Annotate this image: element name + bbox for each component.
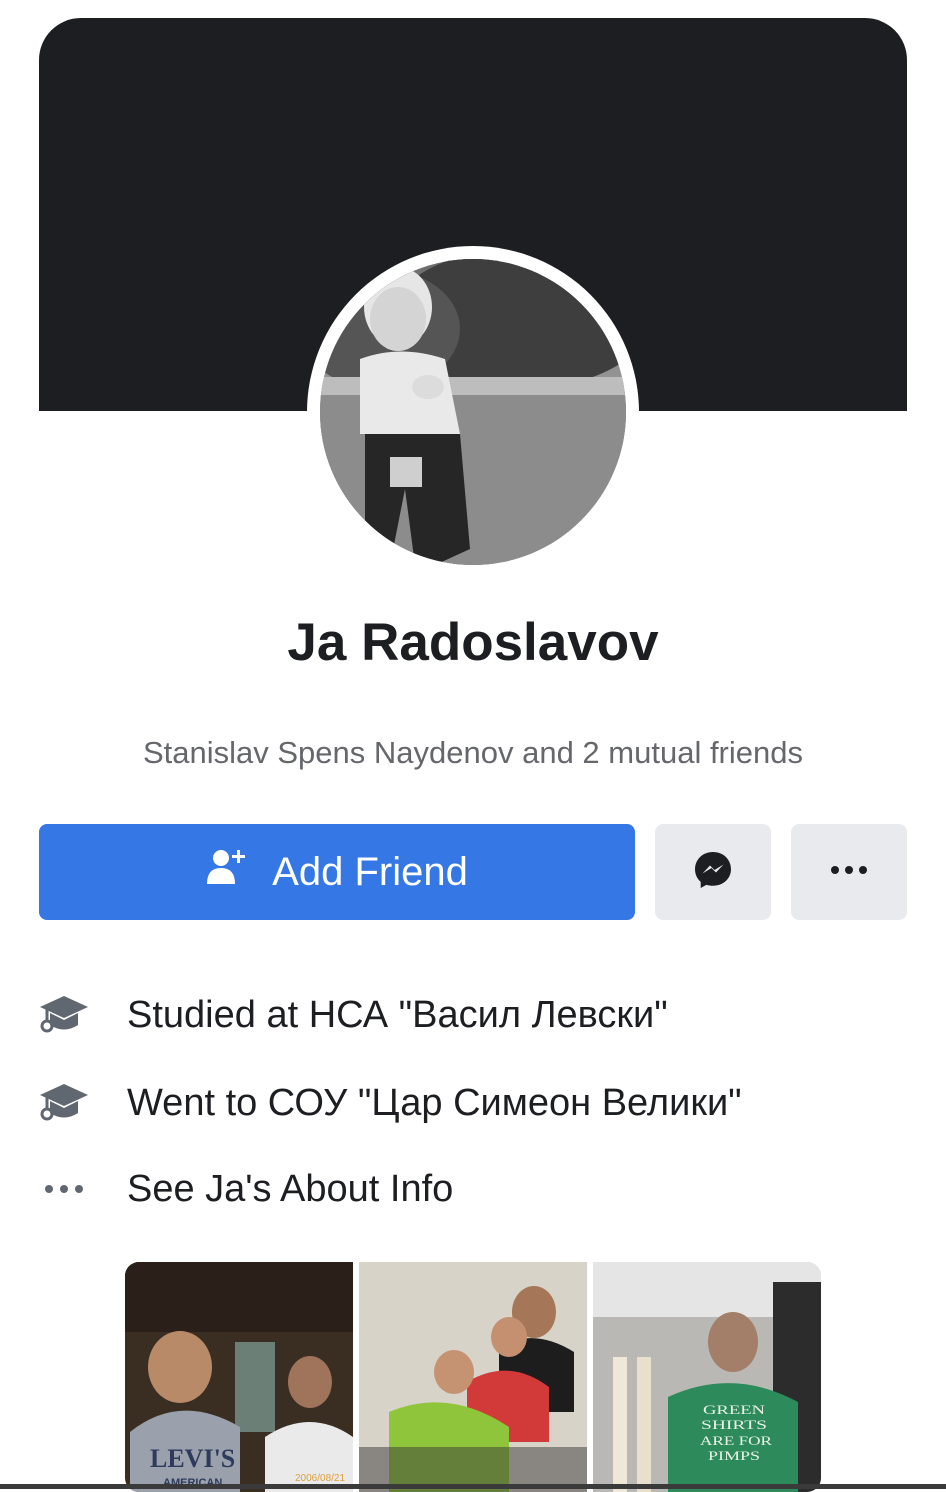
mutual-friends-text[interactable]: Stanislav Spens Naydenov and 2 mutual fr… [0,735,946,771]
photo-1-shirt-text: LEVI'S [150,1444,235,1473]
more-icon [36,1161,92,1217]
photo-3-shirt-text-4: PIMPS [708,1448,760,1463]
message-button[interactable] [655,824,771,920]
photo-3-shirt-text-3: ARE FOR [700,1433,772,1448]
photo-1-date-stamp: 2006/08/21 [295,1473,345,1484]
info-row-about[interactable]: See Ja's About Info [36,1159,896,1219]
info-text-about: See Ja's About Info [127,1167,454,1210]
more-options-button[interactable] [791,824,907,920]
add-friend-button[interactable]: Add Friend [39,824,635,920]
education-icon [36,987,92,1043]
info-text-studied: Studied at НСА "Васил Левски" [127,993,668,1036]
featured-photo-2[interactable] [359,1262,587,1492]
info-row-went-to[interactable]: Went to СОУ "Цар Симеон Велики" [36,1073,896,1133]
bottom-divider [0,1484,946,1489]
profile-photo-image [320,259,626,565]
education-icon [36,1075,92,1131]
more-icon [829,863,869,881]
featured-photos: LEVI'S AMERICAN 2006/08/21 GREEN SHIRTS [125,1262,821,1492]
profile-name: Ja Radoslavov [287,613,659,672]
add-friend-label: Add Friend [272,849,468,894]
messenger-icon [692,849,734,896]
add-friend-icon [206,846,248,898]
info-text-went-to: Went to СОУ "Цар Симеон Велики" [127,1081,742,1124]
info-row-studied[interactable]: Studied at НСА "Васил Левски" [36,985,896,1045]
featured-photo-1[interactable]: LEVI'S AMERICAN 2006/08/21 [125,1262,353,1492]
photo-3-shirt-text: GREEN [703,1402,766,1417]
photo-3-shirt-text-2: SHIRTS [701,1417,767,1432]
featured-photo-3[interactable]: GREEN SHIRTS ARE FOR PIMPS [593,1262,821,1492]
profile-picture[interactable] [307,246,639,578]
